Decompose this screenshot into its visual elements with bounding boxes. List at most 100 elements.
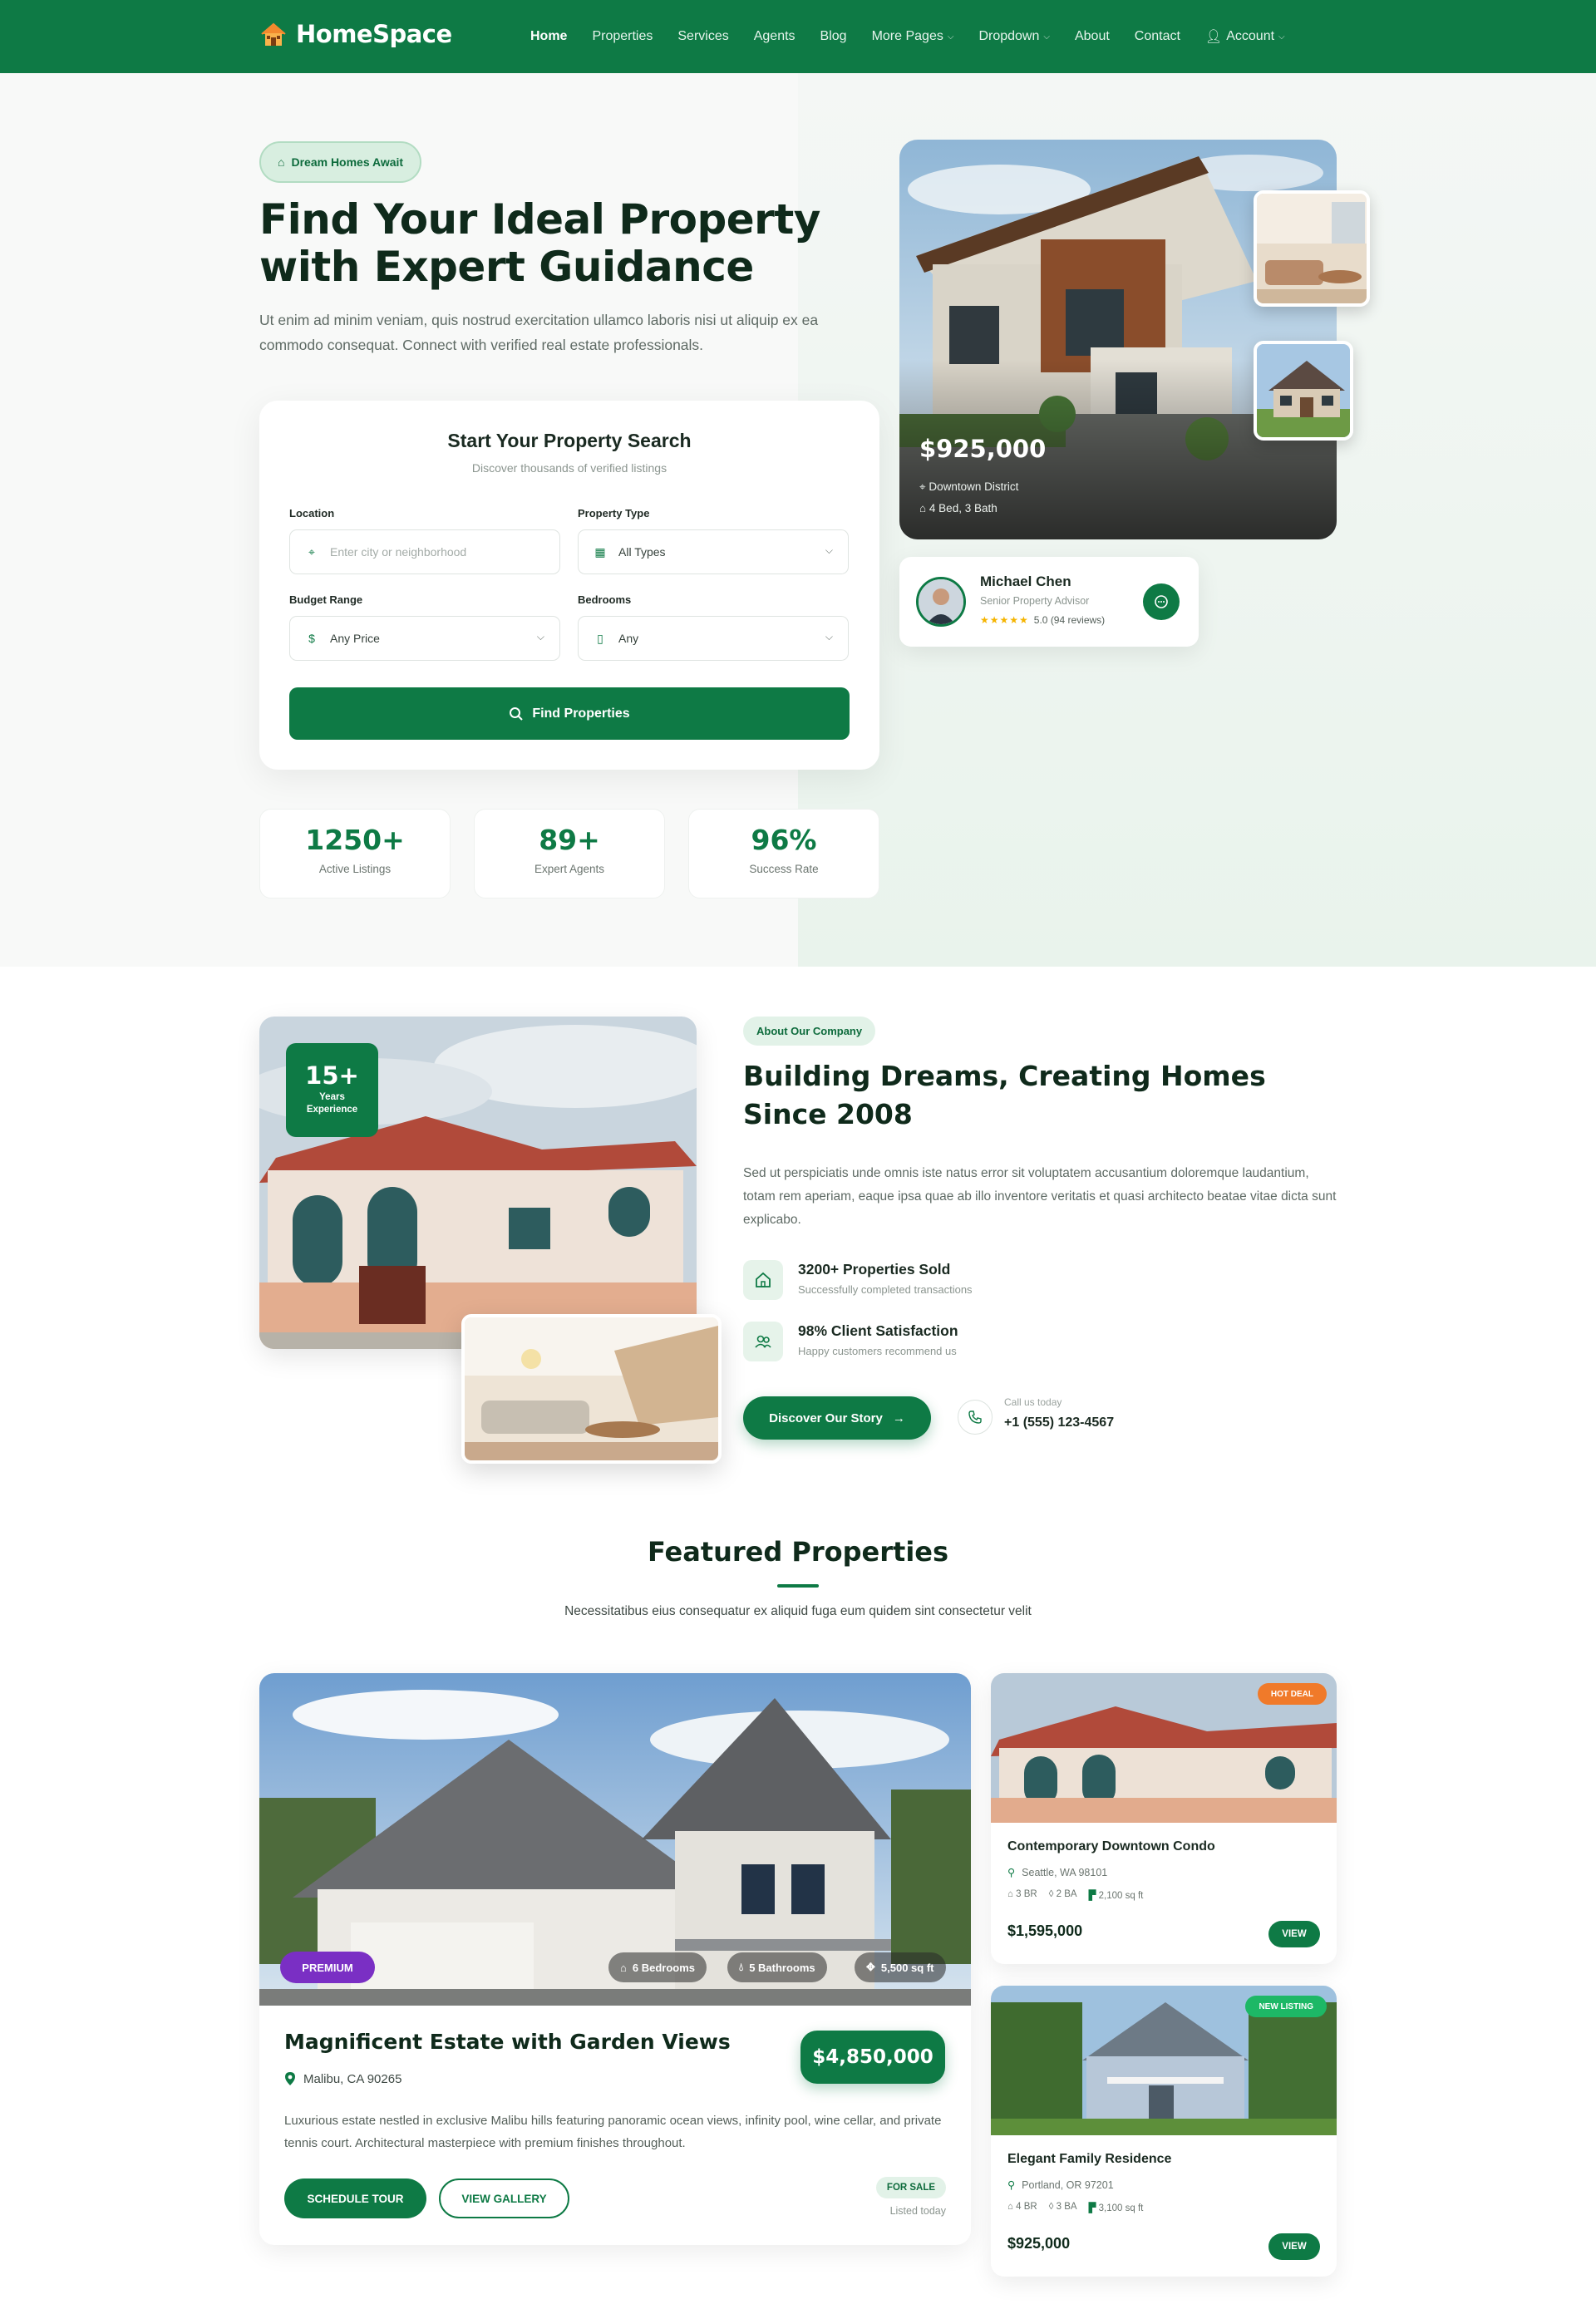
- about-pill: About Our Company: [743, 1017, 876, 1046]
- nav-home[interactable]: Home: [530, 29, 567, 44]
- search-title: Start Your Property Search: [447, 430, 692, 451]
- nav-about[interactable]: About: [1075, 29, 1110, 44]
- baths-text: 3 BA: [1056, 2202, 1077, 2212]
- user-pin-icon: ⚲: [1007, 2179, 1016, 2191]
- property-location: ⚲ Portland, OR 97201: [1007, 2178, 1114, 2192]
- feature-subtitle: Successfully completed transactions: [798, 1283, 973, 1296]
- view-button[interactable]: VIEW: [1268, 1921, 1320, 1947]
- property-title[interactable]: Elegant Family Residence: [1007, 2152, 1171, 2167]
- avatar[interactable]: [916, 577, 966, 627]
- schedule-tour-button[interactable]: SCHEDULE TOUR: [284, 2178, 426, 2218]
- chevron-down-icon: ⌵: [1043, 32, 1050, 42]
- property-location: ⚲ Seattle, WA 98101: [1007, 1866, 1107, 1879]
- bath-spec: ◊ 2 BA: [1049, 1889, 1077, 1901]
- featured-subtitle: Necessitatibus eius consequatur ex aliqu…: [564, 1604, 1032, 1618]
- house-illustration: [1257, 344, 1350, 437]
- property-type-label: Property Type: [578, 507, 650, 519]
- bed-icon: ⌂: [620, 1961, 627, 1974]
- call-label: Call us today: [1004, 1396, 1062, 1408]
- main-nav: Home Properties Services Agents Blog Mor…: [530, 0, 1310, 73]
- house-icon: [743, 1260, 783, 1300]
- view-button[interactable]: VIEW: [1268, 2233, 1320, 2260]
- featured-title: Featured Properties: [647, 1536, 949, 1568]
- nav-label: Blog: [820, 29, 847, 43]
- bed-icon: ⌂: [1007, 2202, 1013, 2212]
- area-spec: ▛ 3,100 sq ft: [1089, 2202, 1144, 2213]
- area-spec: ▛ 2,100 sq ft: [1089, 1889, 1144, 1901]
- nav-label: Agents: [753, 29, 796, 43]
- budget-value: Any Price: [330, 632, 380, 645]
- hero-property-price: $925,000: [919, 435, 1047, 463]
- location-text: Downtown District: [929, 480, 1019, 493]
- nav-blog[interactable]: Blog: [820, 29, 847, 44]
- premium-badge: PREMIUM: [280, 1952, 375, 1983]
- feature-title: 98% Client Satisfaction: [798, 1322, 958, 1339]
- door-icon: ▯: [597, 631, 603, 645]
- nav-properties[interactable]: Properties: [592, 29, 653, 44]
- hero-property-specs: ⌂ 4 Bed, 3 Bath: [919, 502, 998, 514]
- property-title[interactable]: Contemporary Downtown Condo: [1007, 1839, 1215, 1854]
- area-text: 2,100 sq ft: [1098, 1891, 1144, 1901]
- hero-pill: ⌂ Dream Homes Await: [259, 141, 422, 183]
- brand-logo[interactable]: HomeSpace: [259, 20, 452, 48]
- map-pin-icon: ⌖: [308, 544, 315, 559]
- house-thumbnail[interactable]: [1254, 341, 1353, 441]
- beds-text: 4 BR: [1016, 2202, 1037, 2212]
- bedrooms-text: 6 Bedrooms: [632, 1961, 695, 1974]
- nav-more-pages[interactable]: More Pages ⌵: [872, 29, 954, 44]
- stat-value: 1250+: [305, 824, 405, 856]
- location-text: Malibu, CA 90265: [303, 2071, 402, 2086]
- chat-button[interactable]: [1143, 583, 1180, 620]
- rating-text: 5.0 (94 reviews): [1033, 614, 1106, 626]
- stat-label: Expert Agents: [534, 863, 605, 875]
- stat-value: 96%: [751, 824, 817, 856]
- hero-property-location: ⌖ Downtown District: [919, 480, 1018, 494]
- search-icon: [510, 706, 524, 721]
- nav-account[interactable]: 👤︎ Account ⌵: [1205, 28, 1285, 45]
- bedrooms-select[interactable]: ▯ Any ⌵: [578, 616, 849, 661]
- stat-card: 1250+ Active Listings: [259, 809, 451, 898]
- property-search-card: Start Your Property Search Discover thou…: [259, 401, 879, 770]
- bedrooms-chip: ⌂ 6 Bedrooms: [608, 1952, 707, 1982]
- nav-label: Services: [677, 29, 729, 43]
- new-listing-badge: NEW LISTING: [1245, 1996, 1327, 2017]
- water-drop-icon: ◊: [1048, 1889, 1054, 1899]
- bathrooms-text: 5 Bathrooms: [749, 1961, 815, 1974]
- feature-title: 3200+ Properties Sold: [798, 1261, 951, 1278]
- bed-icon: ⌂: [1007, 1889, 1013, 1899]
- nav-dropdown[interactable]: Dropdown ⌵: [978, 29, 1050, 44]
- nav-label: Home: [530, 29, 568, 43]
- stat-card: 89+ Expert Agents: [474, 809, 665, 898]
- home-icon: ⌂: [919, 502, 927, 514]
- status-badge: FOR SALE: [876, 2177, 946, 2198]
- experience-label-2: Experience: [306, 1105, 358, 1115]
- agent-card: Michael Chen Senior Property Advisor ★★★…: [899, 557, 1199, 647]
- property-type-select[interactable]: ▦ All Types ⌵: [578, 529, 849, 574]
- water-drop-icon: ◊: [1048, 2202, 1054, 2212]
- budget-select[interactable]: $ Any Price ⌵: [289, 616, 560, 661]
- property-specs: ⌂ 3 BR ◊ 2 BA ▛ 2,100 sq ft: [1007, 1889, 1143, 1901]
- about-interior-image[interactable]: [461, 1314, 722, 1464]
- chevron-down-icon: ⌵: [825, 631, 833, 642]
- call-number[interactable]: +1 (555) 123-4567: [1004, 1415, 1114, 1430]
- stat-value: 89+: [539, 824, 600, 856]
- featured-main-title[interactable]: Magnificent Estate with Garden Views: [284, 2030, 731, 2054]
- bed-spec: ⌂ 4 BR: [1007, 2202, 1037, 2213]
- location-text: Portland, OR 97201: [1022, 2178, 1114, 2191]
- view-gallery-button[interactable]: VIEW GALLERY: [439, 2178, 569, 2218]
- nav-services[interactable]: Services: [677, 29, 728, 44]
- nav-agents[interactable]: Agents: [754, 29, 796, 44]
- location-input[interactable]: ⌖ Enter city or neighborhood: [289, 529, 560, 574]
- living-room-illustration: [465, 1317, 718, 1460]
- nav-label: Dropdown: [978, 29, 1040, 43]
- area-text: 3,100 sq ft: [1098, 2203, 1144, 2213]
- nav-contact[interactable]: Contact: [1135, 29, 1180, 44]
- property-type-value: All Types: [618, 545, 666, 559]
- discover-story-button[interactable]: Discover Our Story →: [743, 1396, 931, 1440]
- area-chip: ✥ 5,500 sq ft: [855, 1952, 946, 1982]
- expand-arrows-icon: ✥: [866, 1961, 875, 1973]
- area-icon: ▛: [1088, 2203, 1096, 2213]
- phone-icon[interactable]: [958, 1400, 993, 1435]
- find-properties-button[interactable]: Find Properties: [289, 687, 850, 740]
- interior-thumbnail[interactable]: [1254, 190, 1370, 307]
